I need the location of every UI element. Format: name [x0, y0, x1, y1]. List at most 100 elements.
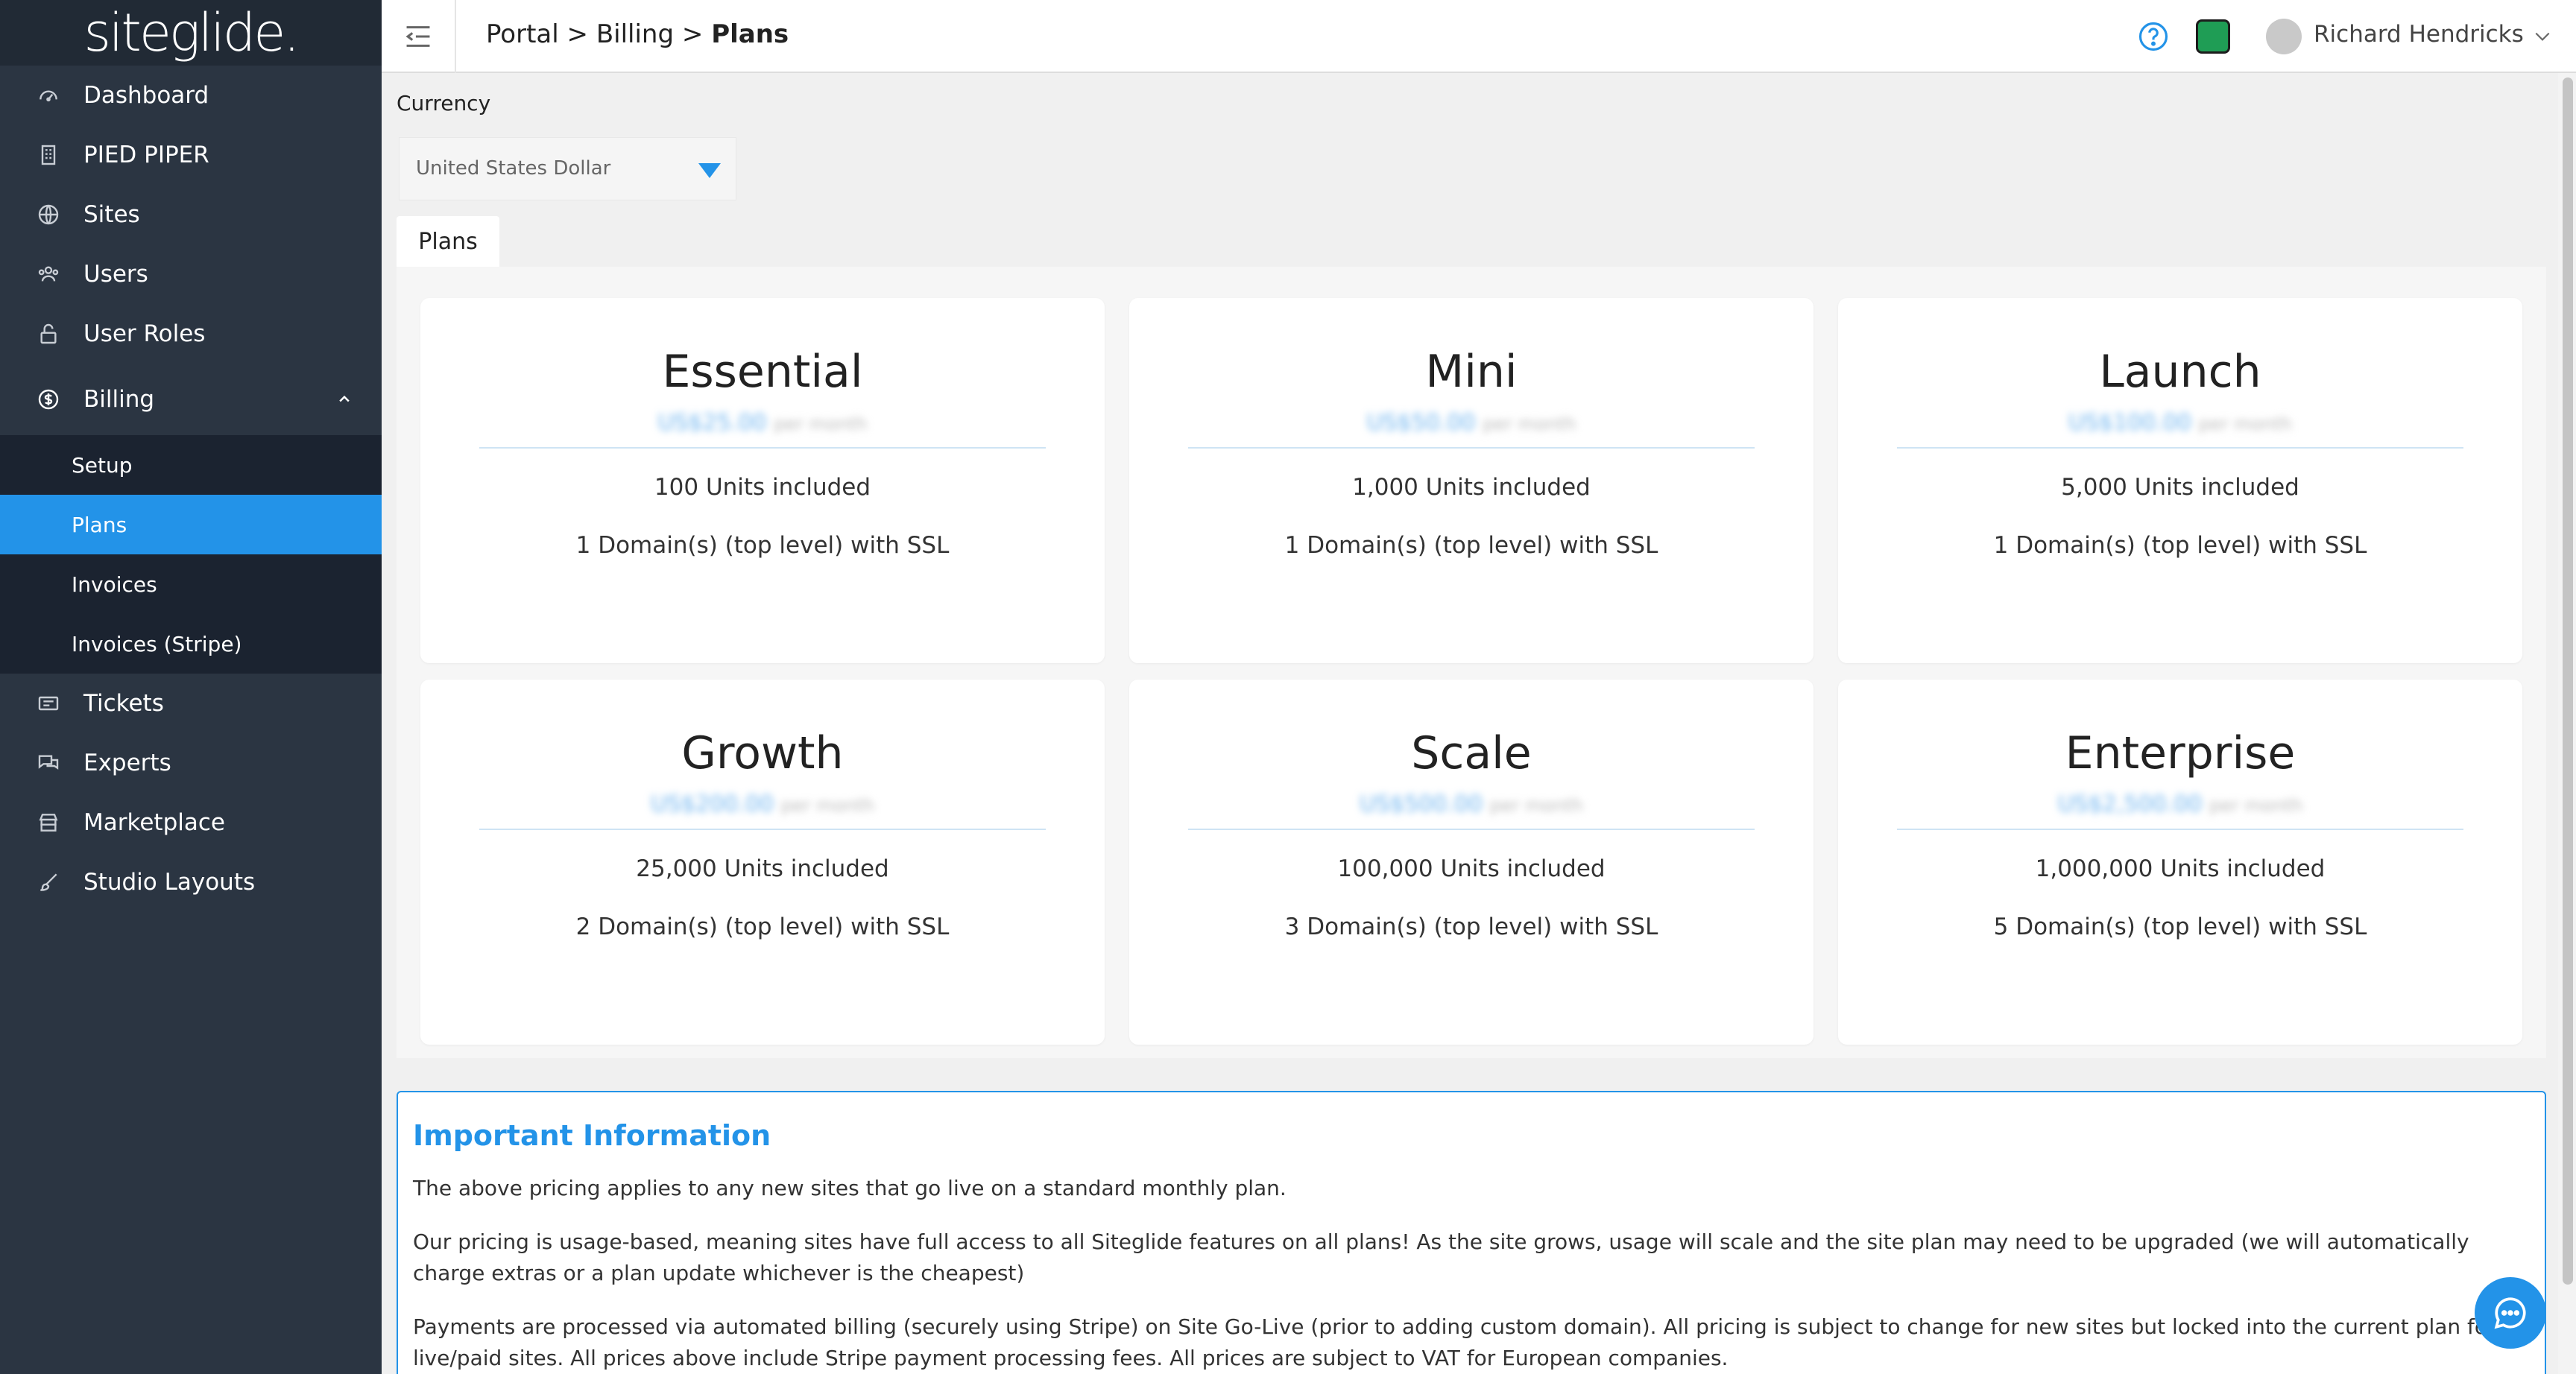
plan-name: Mini — [1425, 346, 1518, 398]
sidebar: siteglide. Dashboard PIED PIPER Sites Us… — [0, 0, 382, 1374]
plan-card: Enterprise US$2,500.00 per month 1,000,0… — [1838, 680, 2522, 1045]
info-title: Important Information — [413, 1119, 771, 1152]
plan-name: Growth — [681, 727, 844, 779]
scrollbar-thumb[interactable] — [2563, 77, 2573, 1285]
sidebar-item-pied-piper[interactable]: PIED PIPER — [0, 125, 382, 185]
plan-name: Scale — [1411, 727, 1532, 779]
sidebar-item-label: Tickets — [83, 690, 164, 717]
plan-card: Mini US$50.00 per month 1,000 Units incl… — [1129, 298, 1813, 663]
siteglide-logo[interactable]: siteglide. — [0, 0, 382, 66]
plan-domains: 3 Domain(s) (top level) with SSL — [1284, 914, 1658, 940]
sidebar-item-label: Studio Layouts — [83, 869, 256, 896]
chat-icon — [2494, 1297, 2526, 1329]
dashboard-gauge-icon — [36, 83, 61, 108]
plan-units: 5,000 Units included — [2061, 474, 2299, 501]
info-paragraph: Payments are processed via automated bil… — [413, 1314, 2496, 1370]
sidebar-item-sites[interactable]: Sites — [0, 185, 382, 244]
info-paragraph: The above pricing applies to any new sit… — [413, 1176, 1287, 1200]
plan-price: US$500.00 per month — [1360, 791, 1583, 817]
plan-card: Essential US$25.00 per month 100 Units i… — [420, 298, 1105, 663]
divider — [479, 829, 1046, 830]
sidebar-subitem-plans[interactable]: Plans — [0, 495, 382, 554]
app-switcher-icon[interactable] — [2196, 19, 2230, 54]
chevron-up-icon[interactable] — [337, 392, 352, 407]
breadcrumb-separator: > — [681, 19, 704, 49]
dollar-circle-icon — [36, 387, 61, 412]
sidebar-item-tickets[interactable]: Tickets — [0, 674, 382, 733]
storefront-icon — [36, 810, 61, 835]
currency-selected-value: United States Dollar — [416, 157, 611, 180]
currency-select[interactable]: United States Dollar — [399, 137, 736, 200]
plan-price: US$2,500.00 per month — [2057, 791, 2303, 817]
plans-panel: Essential US$25.00 per month 100 Units i… — [397, 267, 2546, 1058]
top-bar: Portal > Billing > Plans Richard Hendric… — [382, 0, 2576, 73]
plan-card: Growth US$200.00 per month 25,000 Units … — [420, 680, 1105, 1045]
plan-domains: 2 Domain(s) (top level) with SSL — [575, 914, 950, 940]
plan-name: Launch — [2099, 346, 2261, 398]
user-name[interactable]: Richard Hendricks — [2314, 21, 2524, 48]
plan-domains: 1 Domain(s) (top level) with SSL — [1993, 532, 2367, 559]
breadcrumb-current: Plans — [711, 19, 789, 49]
sidebar-item-label: User Roles — [83, 320, 206, 347]
chat-launcher-button[interactable] — [2475, 1277, 2546, 1349]
chat-bubbles-icon — [36, 750, 61, 776]
important-information: Important Information The above pricing … — [397, 1091, 2546, 1374]
plan-name: Essential — [662, 346, 863, 398]
divider — [479, 447, 1046, 449]
users-icon — [36, 262, 61, 287]
sidebar-item-label: Marketplace — [83, 809, 225, 836]
sidebar-subitem-invoices-stripe[interactable]: Invoices (Stripe) — [0, 614, 382, 674]
plan-price: US$25.00 per month — [657, 410, 868, 436]
lock-icon — [36, 321, 61, 346]
sidebar-subitem-invoices[interactable]: Invoices — [0, 554, 382, 614]
sidebar-item-label: Experts — [83, 750, 171, 776]
billing-submenu: Setup Plans Invoices Invoices (Stripe) — [0, 435, 382, 674]
plan-domains: 1 Domain(s) (top level) with SSL — [575, 532, 950, 559]
building-icon — [36, 142, 61, 168]
divider — [1897, 829, 2463, 830]
chevron-down-icon[interactable] — [2533, 27, 2552, 46]
plan-units: 25,000 Units included — [636, 855, 889, 882]
plan-card: Scale US$500.00 per month 100,000 Units … — [1129, 680, 1813, 1045]
plan-domains: 1 Domain(s) (top level) with SSL — [1284, 532, 1658, 559]
sidebar-item-label: Billing — [83, 386, 155, 413]
sidebar-item-studio-layouts[interactable]: Studio Layouts — [0, 852, 382, 912]
plan-units: 1,000 Units included — [1352, 474, 1591, 501]
ticket-icon — [36, 691, 61, 716]
plan-units: 1,000,000 Units included — [2035, 855, 2326, 882]
sidebar-item-marketplace[interactable]: Marketplace — [0, 793, 382, 852]
sidebar-item-dashboard[interactable]: Dashboard — [0, 66, 382, 125]
help-icon[interactable] — [2138, 21, 2169, 52]
plan-price: US$50.00 per month — [1366, 410, 1576, 436]
breadcrumb: Portal > Billing > Plans — [486, 19, 789, 49]
plan-units: 100,000 Units included — [1337, 855, 1606, 882]
breadcrumb-separator: > — [566, 19, 589, 49]
sidebar-item-user-roles[interactable]: User Roles — [0, 304, 382, 364]
avatar[interactable] — [2266, 19, 2302, 54]
sidebar-item-users[interactable]: Users — [0, 244, 382, 304]
divider — [1897, 447, 2463, 449]
sidebar-item-label: Dashboard — [83, 82, 209, 109]
divider — [1188, 447, 1755, 449]
plan-price: US$200.00 per month — [651, 791, 874, 817]
tab-plans[interactable]: Plans — [397, 216, 499, 267]
sidebar-item-experts[interactable]: Experts — [0, 733, 382, 793]
sidebar-item-billing[interactable]: Billing — [0, 364, 382, 435]
divider — [455, 0, 456, 73]
breadcrumb-billing[interactable]: Billing — [596, 19, 674, 49]
plan-units: 100 Units included — [654, 474, 871, 501]
collapse-menu-icon[interactable] — [404, 24, 432, 49]
sidebar-item-label: Sites — [83, 201, 140, 228]
logo-text: siteglide. — [83, 2, 300, 63]
currency-label: Currency — [397, 91, 491, 115]
sidebar-item-label: Users — [83, 261, 148, 288]
info-paragraph: Our pricing is usage-based, meaning site… — [413, 1229, 2469, 1285]
sidebar-item-label: PIED PIPER — [83, 142, 209, 168]
dropdown-caret-icon — [698, 163, 721, 178]
plan-price: US$100.00 per month — [2068, 410, 2292, 436]
globe-icon — [36, 202, 61, 227]
plan-domains: 5 Domain(s) (top level) with SSL — [1993, 914, 2367, 940]
sidebar-subitem-setup[interactable]: Setup — [0, 435, 382, 495]
breadcrumb-portal[interactable]: Portal — [486, 19, 559, 49]
plan-name: Enterprise — [2065, 727, 2296, 779]
